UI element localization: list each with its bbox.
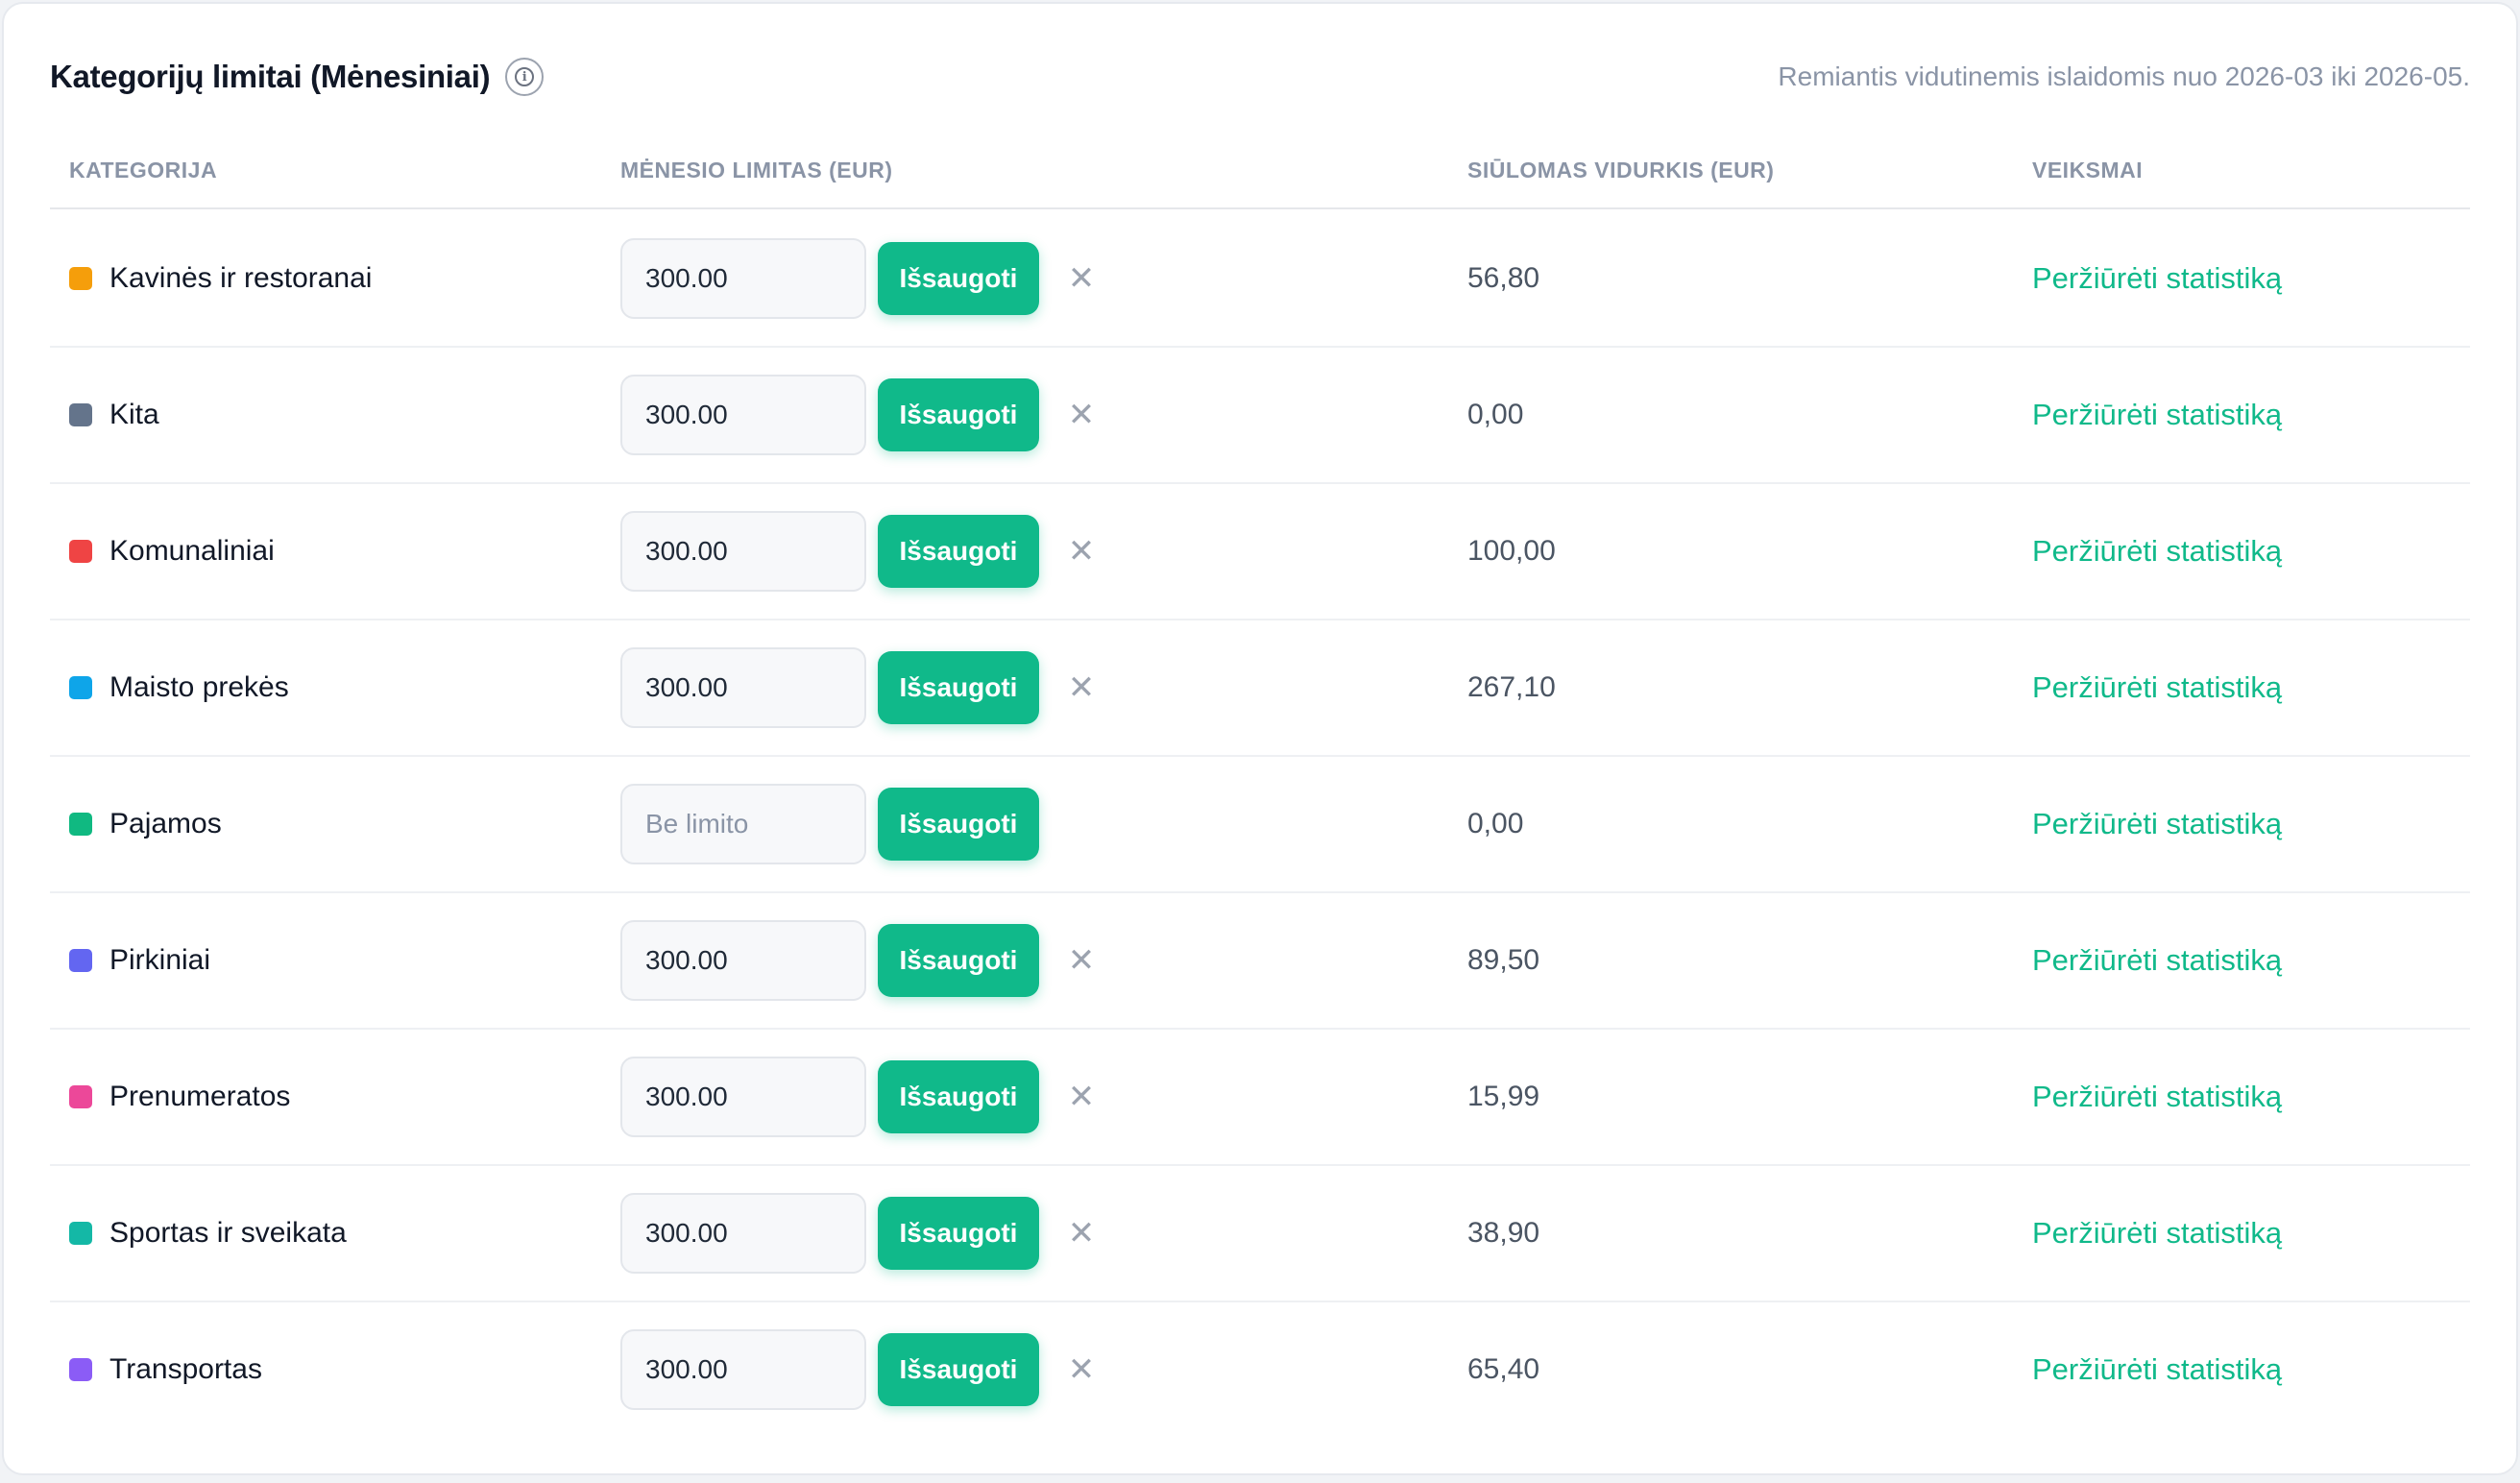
monthly-limit-input[interactable] bbox=[620, 1329, 866, 1410]
view-statistics-link[interactable]: Peržiūrėti statistiką bbox=[2032, 484, 2282, 619]
monthly-limit-input[interactable] bbox=[620, 511, 866, 592]
category-color-swatch bbox=[69, 949, 92, 972]
category-cell: Sportas ir sveikata bbox=[69, 1166, 347, 1301]
suggested-average-value: 65,40 bbox=[1467, 1353, 1540, 1385]
view-statistics-link[interactable]: Peržiūrėti statistiką bbox=[2032, 893, 2282, 1028]
category-name: Pajamos bbox=[109, 808, 222, 839]
category-cell: Maisto prekės bbox=[69, 620, 289, 755]
info-icon[interactable]: i bbox=[505, 58, 545, 96]
clear-limit-icon[interactable]: ✕ bbox=[1062, 259, 1101, 298]
monthly-limit-input[interactable] bbox=[620, 784, 866, 864]
save-button[interactable]: Išsaugoti bbox=[878, 515, 1039, 588]
view-statistics-link[interactable]: Peržiūrėti statistiką bbox=[2032, 620, 2282, 755]
clear-limit-icon[interactable]: ✕ bbox=[1062, 1078, 1101, 1116]
suggested-average-value: 56,80 bbox=[1467, 262, 1540, 294]
save-button[interactable]: Išsaugoti bbox=[878, 378, 1039, 451]
category-name: Kavinės ir restoranai bbox=[109, 262, 373, 294]
monthly-limit-input[interactable] bbox=[620, 238, 866, 319]
suggested-average-value: 100,00 bbox=[1467, 535, 1556, 567]
page-title: Kategorijų limitai (Mėnesiniai) bbox=[50, 59, 491, 94]
save-button[interactable]: Išsaugoti bbox=[878, 651, 1039, 724]
column-header-suggested-average: SIŪLOMAS VIDURKIS (EUR) bbox=[1467, 158, 1775, 182]
table-row: Pirkiniai Išsaugoti ✕ 89,50 Peržiūrėti s… bbox=[50, 893, 2470, 1030]
category-cell: Kavinės ir restoranai bbox=[69, 211, 372, 346]
category-name: Komunaliniai bbox=[109, 535, 275, 567]
category-name: Pirkiniai bbox=[109, 944, 211, 976]
category-color-swatch bbox=[69, 267, 92, 290]
clear-limit-icon[interactable]: ✕ bbox=[1062, 532, 1101, 571]
table-header: KATEGORIJA MĖNESIO LIMITAS (EUR) SIŪLOMA… bbox=[50, 138, 2470, 209]
category-cell: Transportas bbox=[69, 1302, 262, 1437]
table-row: Komunaliniai Išsaugoti ✕ 100,00 Peržiūrė… bbox=[50, 484, 2470, 620]
card-header: Kategorijų limitai (Mėnesiniai) i Remian… bbox=[50, 54, 2470, 100]
monthly-limit-input[interactable] bbox=[620, 375, 866, 455]
category-color-swatch bbox=[69, 540, 92, 563]
table-row: Kavinės ir restoranai Išsaugoti ✕ 56,80 … bbox=[50, 211, 2470, 348]
save-button[interactable]: Išsaugoti bbox=[878, 1197, 1039, 1270]
clear-limit-icon[interactable]: ✕ bbox=[1062, 1214, 1101, 1252]
category-color-swatch bbox=[69, 1085, 92, 1108]
view-statistics-link[interactable]: Peržiūrėti statistiką bbox=[2032, 1166, 2282, 1301]
monthly-limit-input[interactable] bbox=[620, 647, 866, 728]
table-row: Pajamos Išsaugoti 0,00 Peržiūrėti statis… bbox=[50, 757, 2470, 893]
clear-limit-icon[interactable]: ✕ bbox=[1062, 669, 1101, 707]
save-button[interactable]: Išsaugoti bbox=[878, 788, 1039, 861]
view-statistics-link[interactable]: Peržiūrėti statistiką bbox=[2032, 211, 2282, 346]
column-header-monthly-limit: MĖNESIO LIMITAS (EUR) bbox=[620, 158, 893, 182]
clear-limit-icon[interactable]: ✕ bbox=[1062, 1350, 1101, 1389]
category-name: Maisto prekės bbox=[109, 671, 289, 703]
table-row: Sportas ir sveikata Išsaugoti ✕ 38,90 Pe… bbox=[50, 1166, 2470, 1302]
view-statistics-link[interactable]: Peržiūrėti statistiką bbox=[2032, 348, 2282, 482]
clear-limit-icon[interactable]: ✕ bbox=[1062, 396, 1101, 434]
category-limits-card: Kategorijų limitai (Mėnesiniai) i Remian… bbox=[2, 2, 2518, 1475]
category-color-swatch bbox=[69, 813, 92, 836]
view-statistics-link[interactable]: Peržiūrėti statistiką bbox=[2032, 1030, 2282, 1164]
category-cell: Komunaliniai bbox=[69, 484, 275, 619]
title-group: Kategorijų limitai (Mėnesiniai) i bbox=[50, 58, 545, 96]
category-color-swatch bbox=[69, 676, 92, 699]
table-body: Kavinės ir restoranai Išsaugoti ✕ 56,80 … bbox=[50, 211, 2470, 1439]
table-row: Prenumeratos Išsaugoti ✕ 15,99 Peržiūrėt… bbox=[50, 1030, 2470, 1166]
monthly-limit-input[interactable] bbox=[620, 1193, 866, 1274]
column-header-category: KATEGORIJA bbox=[69, 158, 218, 182]
suggested-average-value: 15,99 bbox=[1467, 1081, 1540, 1112]
table-row: Kita Išsaugoti ✕ 0,00 Peržiūrėti statist… bbox=[50, 348, 2470, 484]
suggested-average-value: 89,50 bbox=[1467, 944, 1540, 976]
view-statistics-link[interactable]: Peržiūrėti statistiką bbox=[2032, 757, 2282, 891]
suggested-average-value: 267,10 bbox=[1467, 671, 1556, 703]
category-cell: Pajamos bbox=[69, 757, 222, 891]
column-header-actions: VEIKSMAI bbox=[2032, 158, 2144, 182]
suggested-average-value: 38,90 bbox=[1467, 1217, 1540, 1249]
category-color-swatch bbox=[69, 1358, 92, 1381]
suggested-average-value: 0,00 bbox=[1467, 399, 1524, 430]
category-cell: Prenumeratos bbox=[69, 1030, 290, 1164]
clear-limit-icon[interactable]: ✕ bbox=[1062, 941, 1101, 980]
save-button[interactable]: Išsaugoti bbox=[878, 242, 1039, 315]
category-name: Sportas ir sveikata bbox=[109, 1217, 347, 1249]
save-button[interactable]: Išsaugoti bbox=[878, 1060, 1039, 1133]
category-name: Kita bbox=[109, 399, 159, 430]
monthly-limit-input[interactable] bbox=[620, 920, 866, 1001]
table-row: Transportas Išsaugoti ✕ 65,40 Peržiūrėti… bbox=[50, 1302, 2470, 1439]
category-cell: Pirkiniai bbox=[69, 893, 210, 1028]
table-row: Maisto prekės Išsaugoti ✕ 267,10 Peržiūr… bbox=[50, 620, 2470, 757]
view-statistics-link[interactable]: Peržiūrėti statistiką bbox=[2032, 1302, 2282, 1437]
date-range-note: Remiantis vidutinemis islaidomis nuo 202… bbox=[1778, 61, 2470, 91]
suggested-average-value: 0,00 bbox=[1467, 808, 1524, 839]
save-button[interactable]: Išsaugoti bbox=[878, 1333, 1039, 1406]
category-color-swatch bbox=[69, 1222, 92, 1245]
category-name: Prenumeratos bbox=[109, 1081, 291, 1112]
save-button[interactable]: Išsaugoti bbox=[878, 924, 1039, 997]
monthly-limit-input[interactable] bbox=[620, 1057, 866, 1137]
category-name: Transportas bbox=[109, 1353, 262, 1385]
category-cell: Kita bbox=[69, 348, 159, 482]
category-color-swatch bbox=[69, 403, 92, 426]
